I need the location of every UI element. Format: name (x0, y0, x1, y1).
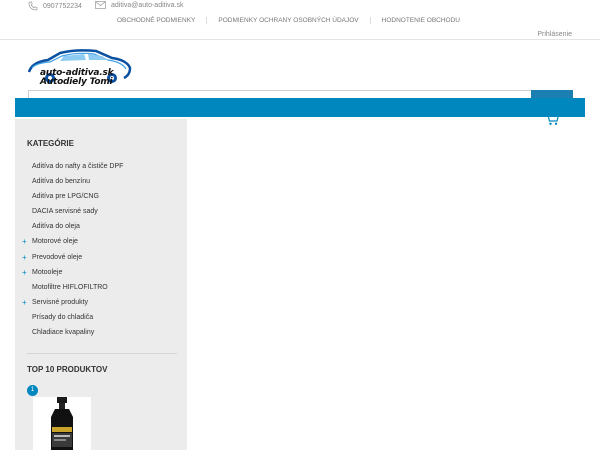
plus-icon[interactable]: + (22, 295, 27, 310)
top-links: OBCHODNÉ PODMIENKY PODMIENKY OCHRANY OSO… (106, 17, 471, 24)
category-label: Aditíva do benzínu (32, 178, 90, 186)
main-nav-bar (15, 98, 585, 117)
category-label: Motorové oleje (32, 238, 78, 246)
category-label: Aditíva do nafty a čističe DPF (32, 163, 124, 170)
plus-icon[interactable]: + (22, 265, 27, 280)
category-item[interactable]: DACIA servisné sady (15, 204, 187, 219)
login-link[interactable]: Prihlásenie (537, 31, 572, 38)
category-label: DACIA servisné sady (32, 208, 98, 216)
category-item[interactable]: + Motorové oleje (15, 234, 187, 249)
top-bar: 0907752234 aditiva@auto-aditiva.sk OBCHO… (0, 0, 600, 40)
category-label: Chladiace kvapaliny (32, 329, 95, 337)
category-item[interactable]: Aditíva pre LPG/CNG (15, 189, 187, 204)
link-reviews[interactable]: HODNOTENIE OBCHODU (371, 17, 471, 24)
category-item[interactable]: Prísady do chladiča (15, 310, 187, 325)
top-products-title: TOP 10 PRODUKTOV (27, 365, 108, 374)
category-item[interactable]: Motofiltre HIFLOFILTRO (15, 280, 187, 295)
category-item[interactable]: Aditíva do benzínu (15, 174, 187, 189)
search-button[interactable] (531, 90, 573, 98)
site-logo[interactable]: auto-aditiva.sk Autodiely Tomi (26, 48, 132, 90)
sidebar: KATEGÓRIE Aditíva do nafty a čističe DPF… (15, 119, 187, 450)
cart-button[interactable] (544, 112, 560, 131)
category-label: Aditíva pre LPG/CNG (32, 193, 99, 201)
product-image[interactable] (33, 397, 91, 450)
category-label: Motofiltre HIFLOFILTRO (32, 283, 108, 291)
phone-icon (28, 1, 38, 11)
phone-contact[interactable]: 0907752234 (28, 1, 82, 11)
link-privacy[interactable]: PODMIENKY OCHRANY OSOBNÝCH ÚDAJOV (207, 17, 371, 24)
categories-title: KATEGÓRIE (27, 139, 74, 148)
category-item[interactable]: Aditíva do oleja (15, 219, 187, 234)
category-item[interactable]: Chladiace kvapaliny (15, 325, 187, 340)
email-address: aditiva@auto-aditiva.sk (111, 1, 184, 9)
rank-badge: 1 (27, 385, 38, 396)
link-terms[interactable]: OBCHODNÉ PODMIENKY (106, 17, 208, 24)
category-label: Motooleje (32, 268, 63, 276)
cart-icon (545, 112, 560, 125)
category-list: Aditíva do nafty a čističe DPF Aditíva d… (15, 159, 187, 340)
phone-number: 0907752234 (43, 2, 82, 10)
plus-icon[interactable]: + (22, 234, 27, 249)
sidebar-divider (27, 353, 177, 354)
category-label: Prevodové oleje (32, 253, 83, 261)
category-item[interactable]: + Prevodové oleje (15, 250, 187, 265)
category-item[interactable]: + Motooleje (15, 265, 187, 280)
category-label: Aditíva do oleja (32, 223, 80, 231)
category-item[interactable]: + Servisné produkty (15, 295, 187, 310)
plus-icon[interactable]: + (22, 250, 27, 265)
search-input[interactable] (28, 90, 532, 98)
email-contact[interactable]: aditiva@auto-aditiva.sk (95, 1, 183, 9)
additive-bottle-image (51, 397, 73, 450)
logo-tagline: Autodiely Tomi (40, 77, 113, 87)
category-item[interactable]: Aditíva do nafty a čističe DPF (15, 159, 187, 174)
mail-icon (95, 1, 106, 9)
category-label: Servisné produkty (32, 298, 89, 306)
category-label: Prísady do chladiča (32, 313, 94, 321)
